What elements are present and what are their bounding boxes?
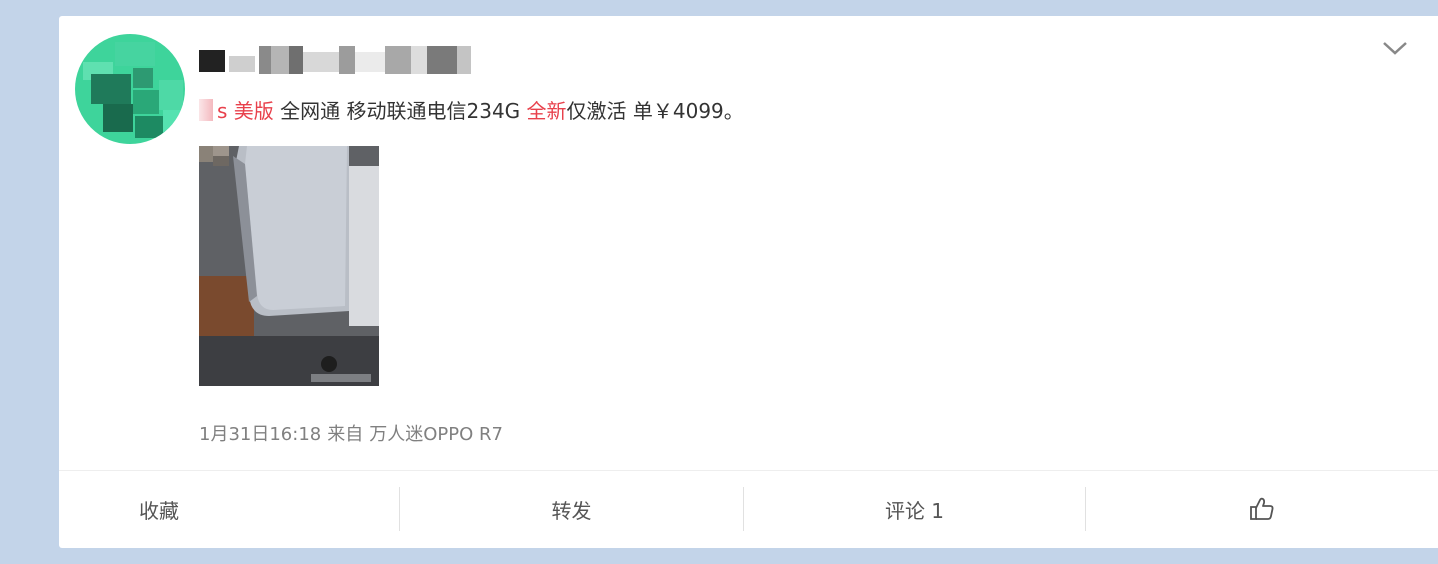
post-menu-button[interactable]	[1382, 40, 1408, 58]
repost-label: 转发	[551, 498, 592, 523]
phone-photo-image	[199, 146, 379, 386]
avatar[interactable]	[75, 34, 185, 144]
source-prefix: 来自	[327, 424, 364, 445]
post-text-end: 仅激活 单￥4099。	[566, 99, 744, 123]
post-text-red-1: s 美版	[217, 99, 274, 123]
action-bar: 收藏 转发 评论 1	[59, 470, 1438, 549]
comment-label: 评论 1	[884, 498, 945, 523]
favorite-label: 收藏	[139, 498, 179, 523]
repost-button[interactable]: 转发	[400, 487, 743, 531]
comment-button[interactable]: 评论 1	[744, 487, 1085, 531]
post-time[interactable]: 1月31日16:18	[199, 424, 321, 445]
chevron-down-icon	[1383, 42, 1407, 55]
post-meta: 1月31日16:18 来自 万人迷OPPO R7	[199, 420, 509, 446]
like-button[interactable]	[1086, 487, 1438, 531]
post-text-red-2: 全新	[526, 99, 567, 123]
username[interactable]	[199, 46, 471, 74]
text-fade	[199, 99, 213, 121]
favorite-button[interactable]: 收藏	[139, 487, 319, 531]
post-text: s 美版 全网通 移动联通电信234G 全新仅激活 单￥4099。	[199, 96, 744, 126]
post-source[interactable]: 万人迷OPPO R7	[369, 424, 503, 445]
post-text-mid: 全网通 移动联通电信234G	[273, 99, 527, 123]
weibo-post-card: s 美版 全网通 移动联通电信234G 全新仅激活 单￥4099。 1月31日1…	[59, 16, 1438, 548]
post-image[interactable]	[199, 146, 379, 386]
thumbs-up-icon	[1250, 497, 1274, 520]
